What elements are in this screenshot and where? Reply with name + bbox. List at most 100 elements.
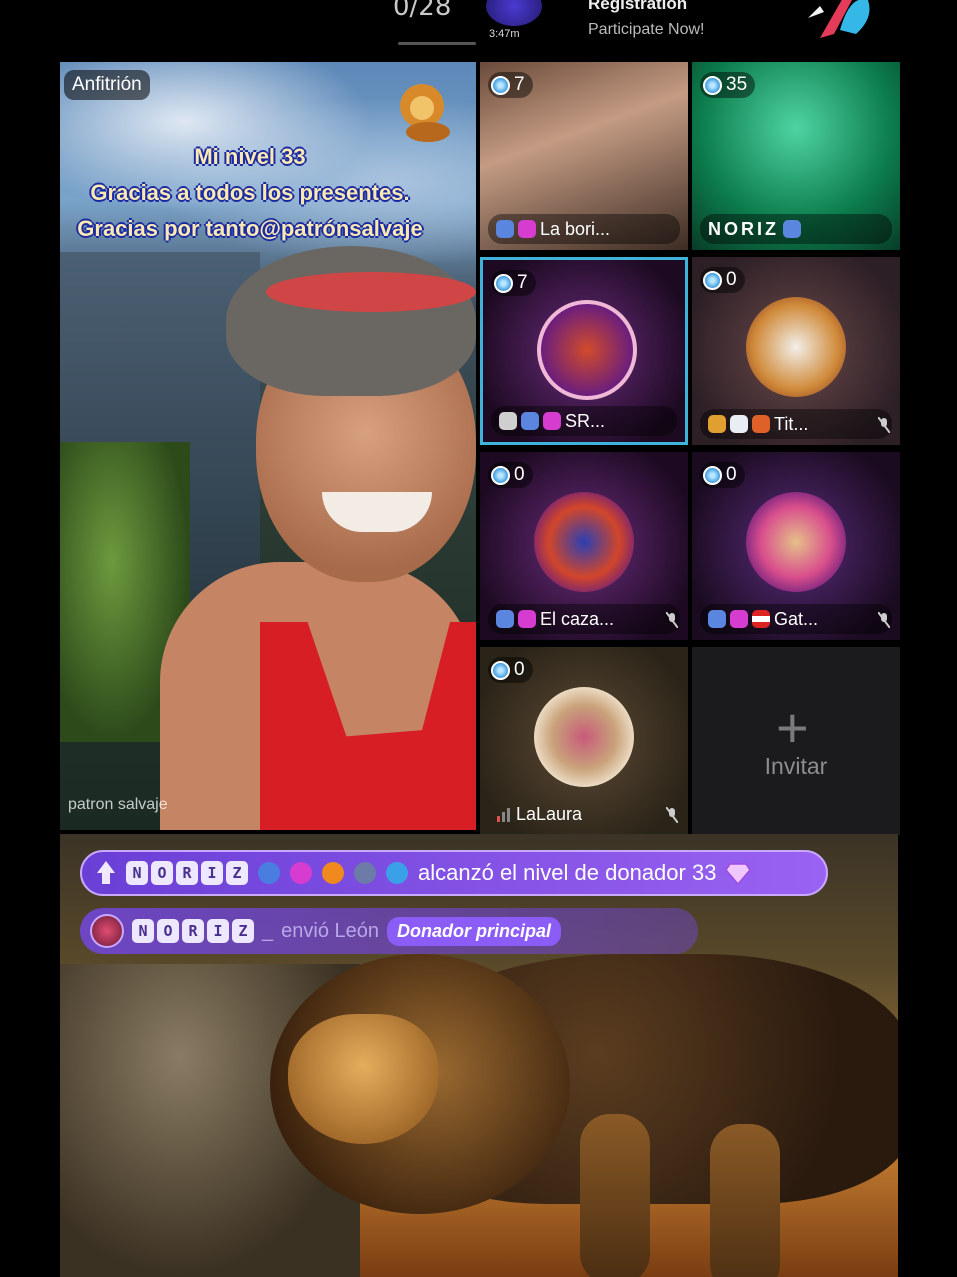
diamond-icon [491, 465, 510, 485]
username-letter: I [207, 919, 229, 943]
seat-nameplate[interactable]: NORIZ [700, 214, 892, 244]
plus-icon: + [776, 696, 809, 759]
seat-avatar [534, 687, 634, 787]
username-suffix: _ [262, 919, 274, 942]
seat-nameplate[interactable]: La bori... [488, 214, 680, 244]
seat-score: 0 [514, 464, 525, 485]
seat-score: 7 [517, 272, 528, 293]
event-timer: 3:47m [489, 28, 520, 40]
seat-nameplate[interactable]: El caza... [488, 604, 680, 634]
wave-hand-icon[interactable] [800, 0, 876, 44]
orange-badge-icon [322, 862, 344, 884]
username-letter: R [176, 861, 198, 885]
seat-name: Tit... [774, 413, 809, 434]
seat-score: 0 [514, 659, 525, 680]
registration-subtitle[interactable]: Participate Now! [588, 21, 705, 39]
diamond-icon [703, 270, 722, 290]
seat-score: 35 [726, 74, 748, 95]
lion-gift-animation [60, 834, 898, 1277]
seat-score-badge: 0 [700, 267, 745, 293]
seat-name: La bori... [540, 218, 611, 239]
live-seat-grid: Anfitrión Mi nivel 33 Gracias a todos lo… [60, 62, 900, 835]
diamond-icon [703, 75, 722, 95]
seat-name: LaLaura [516, 803, 583, 824]
seat-avatar [746, 492, 846, 592]
diamond-gem-icon [726, 863, 751, 884]
diamond-icon [491, 660, 510, 680]
gift-sent-text: envió León [281, 919, 379, 942]
lion-leg [580, 1114, 650, 1277]
username-letter: O [157, 919, 179, 943]
fan-badge-icon [496, 220, 514, 238]
seat-avatar [534, 492, 634, 592]
host-name: patron salvaje [68, 796, 168, 813]
fan-badge-icon [783, 220, 801, 238]
host-overlay-line-3: Gracias por tanto@patrónsalvaje [77, 216, 423, 241]
seat-avatar [746, 297, 846, 397]
fan-badge-icon [708, 610, 726, 628]
lion-sticker-icon [400, 84, 450, 142]
heart-badge-icon [290, 862, 312, 884]
guest-seat-7[interactable]: 0 LaLaura [480, 647, 688, 835]
event-progress[interactable]: 0/28 [393, 0, 451, 22]
fire-badge-icon [752, 415, 770, 433]
seat-nameplate[interactable]: SR... [491, 406, 677, 436]
flower-badge-icon [708, 415, 726, 433]
mic-muted-icon [666, 807, 678, 823]
host-label: Anfitrión [64, 70, 150, 100]
symbol-badge-icon [499, 412, 517, 430]
diamond-icon [491, 75, 510, 95]
seat-score: 7 [514, 74, 525, 95]
seat-name: El caza... [540, 608, 615, 629]
seat-score-badge: 0 [700, 462, 745, 488]
top-bar: 0/28 3:47m Registration Participate Now! [0, 0, 957, 60]
sender-avatar[interactable] [90, 914, 124, 948]
seat-nameplate[interactable]: Tit... [700, 409, 892, 439]
heart-badge-icon [518, 220, 536, 238]
event-progress-underline [398, 42, 476, 45]
username-letter: N [126, 861, 148, 885]
lion-face [288, 1014, 438, 1144]
guest-seat-2[interactable]: 35 NORIZ [692, 62, 900, 250]
seat-nameplate[interactable]: Gat... [700, 604, 892, 634]
level-up-notice: N O R I Z alcanzó el nivel de donador 33 [80, 850, 828, 896]
guest-seat-5[interactable]: 0 El caza... [480, 452, 688, 640]
seat-nameplate[interactable]: LaLaura [488, 799, 680, 829]
fan-badge-icon [496, 610, 514, 628]
guest-seat-4[interactable]: 0 Tit... [692, 257, 900, 445]
invite-label: Invitar [764, 753, 828, 779]
mic-muted-icon [878, 612, 890, 628]
username-letter: I [201, 861, 223, 885]
level-up-text: alcanzó el nivel de donador 33 [418, 860, 717, 885]
seat-score-badge: 35 [700, 72, 756, 98]
host-cap-logo [266, 272, 476, 312]
username-letter: O [151, 861, 173, 885]
gift-sent-notice: N O R I Z _ envió León Donador principal [80, 908, 698, 954]
registration-title[interactable]: Registration [588, 0, 687, 14]
heart-badge-icon [730, 610, 748, 628]
comet-badge-icon [354, 862, 376, 884]
seat-avatar [537, 300, 637, 400]
flag-icon [752, 610, 770, 628]
swan-badge-icon [730, 415, 748, 433]
fan-badge-icon [521, 412, 539, 430]
host-cap [226, 246, 476, 396]
heart-badge-icon [518, 610, 536, 628]
seat-score-badge: 0 [488, 657, 533, 683]
seat-name: SR... [565, 410, 606, 431]
seat-name: Gat... [774, 608, 819, 629]
username-letter-badges: N O R I Z [132, 919, 254, 943]
seat-score-badge: 7 [488, 72, 533, 98]
host-overlay-line-2: Gracias a todos los presentes. [90, 180, 410, 205]
guest-seat-1[interactable]: 7 La bori... [480, 62, 688, 250]
guest-seat-6[interactable]: 0 Gat... [692, 452, 900, 640]
host-video[interactable]: Anfitrión Mi nivel 33 Gracias a todos lo… [60, 62, 476, 830]
username-letter: R [182, 919, 204, 943]
seat-name: NORIZ [708, 218, 779, 239]
event-badge-icon[interactable] [486, 0, 542, 26]
username-letter: Z [226, 861, 248, 885]
invite-seat[interactable]: + Invitar [692, 647, 900, 835]
guest-seat-3[interactable]: 7 SR... [480, 257, 688, 445]
seat-score-badge: 0 [488, 462, 533, 488]
heart-badge-icon [543, 412, 561, 430]
